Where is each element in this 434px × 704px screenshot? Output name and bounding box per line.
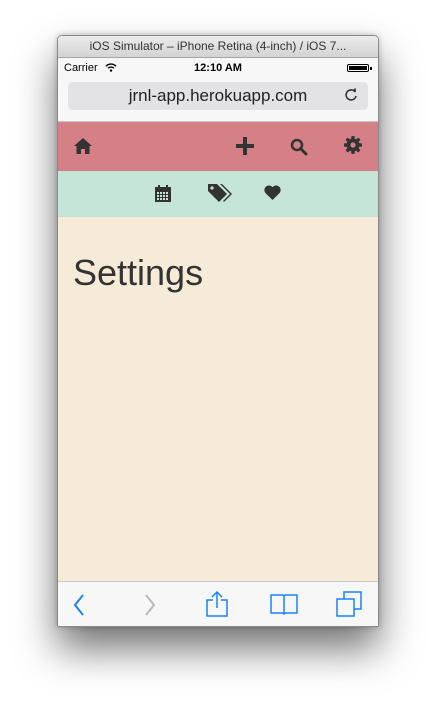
top-nav-bar: [58, 122, 378, 171]
calendar-icon[interactable]: [155, 185, 171, 202]
ios-status-bar: Carrier 12:10 AM: [58, 58, 378, 78]
browser-toolbar: [58, 581, 378, 626]
back-icon[interactable]: [73, 594, 85, 616]
forward-icon[interactable]: [144, 594, 156, 616]
sub-nav-bar: [58, 171, 378, 217]
window-title: iOS Simulator – iPhone Retina (4-inch) /…: [89, 39, 347, 53]
reload-icon[interactable]: [343, 87, 359, 103]
plus-icon[interactable]: [236, 137, 254, 155]
url-field[interactable]: jrnl-app.herokuapp.com: [68, 82, 368, 110]
tags-icon[interactable]: [208, 184, 232, 203]
tabs-icon[interactable]: [336, 591, 362, 617]
heart-icon[interactable]: [264, 185, 281, 200]
browser-address-bar: jrnl-app.herokuapp.com: [58, 78, 378, 122]
battery-icon: [347, 64, 369, 72]
status-time: 12:10 AM: [194, 62, 242, 74]
search-icon[interactable]: [290, 138, 308, 156]
home-icon[interactable]: [74, 138, 92, 154]
simulator-window: iOS Simulator – iPhone Retina (4-inch) /…: [57, 35, 379, 627]
page-title: Settings: [73, 252, 204, 293]
share-icon[interactable]: [206, 591, 228, 617]
window-titlebar: iOS Simulator – iPhone Retina (4-inch) /…: [58, 36, 378, 58]
bookmarks-icon[interactable]: [270, 593, 298, 615]
gear-icon[interactable]: [344, 136, 362, 154]
url-text: jrnl-app.herokuapp.com: [128, 86, 308, 105]
main-content: Settings: [58, 217, 378, 581]
